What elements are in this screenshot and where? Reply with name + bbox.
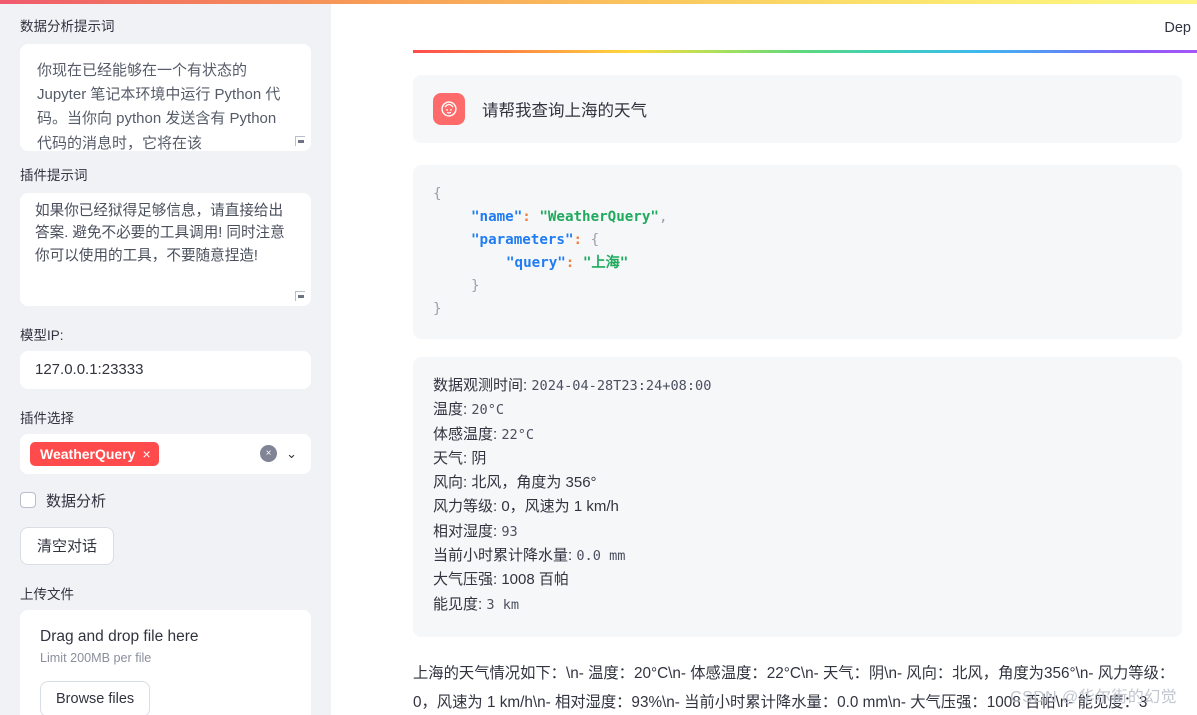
tool-call-code-block: { "name": "WeatherQuery", "parameters": … <box>413 165 1182 339</box>
plugin-prompt-label: 插件提示词 <box>20 167 88 183</box>
code-colon-2: : <box>573 232 583 248</box>
weather-row: 能见度: 3 km <box>433 593 1162 617</box>
data-analysis-checkbox-row[interactable]: 数据分析 <box>20 490 311 511</box>
weather-value: 20°C <box>471 402 505 419</box>
weather-value: 2024-04-28T23:24+08:00 <box>531 378 712 394</box>
data-analysis-prompt-value: 你现在已经能够在一个有状态的 Jupyter 笔记本环境中运行 Python 代… <box>37 61 281 151</box>
data-analysis-prompt-label: 数据分析提示词 <box>20 19 115 34</box>
data-analysis-checkbox[interactable] <box>20 492 36 509</box>
code-brace-close-inner: } <box>471 278 480 294</box>
top-gradient-bar <box>0 0 1197 4</box>
code-colon-1: : <box>522 209 531 225</box>
weather-label: 体感温度: <box>433 425 498 443</box>
code-colon-3: : <box>565 255 575 271</box>
weather-value: 22°C <box>501 426 535 443</box>
model-ip-input[interactable]: 127.0.0.1:23333 <box>20 350 311 389</box>
data-analysis-prompt-textarea[interactable]: 你现在已经能够在一个有状态的 Jupyter 笔记本环境中运行 Python 代… <box>20 43 311 151</box>
deploy-button[interactable]: Dep <box>1158 16 1197 40</box>
weather-row: 风力等级: 0，风速为 1 km/h <box>433 495 1162 519</box>
weather-value: 0，风速为 1 km/h <box>501 498 619 516</box>
rainbow-divider <box>413 50 1197 53</box>
weather-data-block: 数据观测时间: 2024-04-28T23:24+08:00 温度: 20°C … <box>413 357 1182 637</box>
browse-files-button[interactable]: Browse files <box>40 680 151 715</box>
weather-label: 数据观测时间: <box>433 377 528 394</box>
plugin-tag-label: WeatherQuery <box>40 445 136 462</box>
app-root: 数据分析提示词 你现在已经能够在一个有状态的 Jupyter 笔记本环境中运行 … <box>0 0 1197 715</box>
weather-label: 当前小时累计降水量: <box>433 547 573 565</box>
plugin-prompt-textarea[interactable]: 如果你已经狱得足够信息，请直接给出答案. 避免不必要的工具调用! 同时注意你可以… <box>20 192 311 306</box>
conversation-area: 请帮我查询上海的天气 { "name": "WeatherQuery", "pa… <box>331 0 1197 715</box>
remove-tag-icon[interactable]: × <box>142 447 150 461</box>
weather-label: 相对湿度: <box>433 522 498 540</box>
clear-conversation-button[interactable]: 清空对话 <box>20 526 115 565</box>
clear-all-icon[interactable]: × <box>260 445 278 463</box>
weather-row: 体感温度: 22°C <box>433 423 1162 447</box>
weather-label: 温度: <box>433 401 468 419</box>
weather-row: 当前小时累计降水量: 0.0 mm <box>433 544 1162 568</box>
header-actions: Dep <box>1158 16 1197 40</box>
upload-file-label: 上传文件 <box>20 586 74 602</box>
model-ip-label: 模型IP: <box>20 327 64 343</box>
weather-row: 相对湿度: 93 <box>433 520 1162 544</box>
code-value-query: "上海" <box>582 255 629 271</box>
plugin-tag-weatherquery[interactable]: WeatherQuery × <box>30 441 159 466</box>
weather-label: 风力等级: <box>433 498 498 516</box>
weather-row: 大气压强: 1008 百帕 <box>433 568 1162 592</box>
weather-value: 1008 百帕 <box>501 571 569 589</box>
data-analysis-checkbox-label: 数据分析 <box>46 492 107 510</box>
weather-row: 温度: 20°C <box>433 398 1162 422</box>
code-comma-1: , <box>658 209 668 225</box>
model-ip-value: 127.0.0.1:23333 <box>35 361 144 379</box>
code-brace-close: } <box>433 301 442 317</box>
code-key-name: "name" <box>471 209 523 225</box>
user-message-card: 请帮我查询上海的天气 <box>413 75 1182 143</box>
weather-value: 北风，角度为 356° <box>471 474 597 492</box>
code-key-query: "query" <box>506 255 566 271</box>
user-message-text: 请帮我查询上海的天气 <box>482 102 647 120</box>
weather-value: 0.0 mm <box>576 548 626 565</box>
code-value-name: "WeatherQuery" <box>539 209 659 225</box>
plugin-select-multiselect[interactable]: WeatherQuery × × ⌄ <box>20 433 311 474</box>
user-face-icon <box>433 93 465 125</box>
main-content: Dep 请帮我查询上海的天气 { "name": "WeatherQuery",… <box>331 0 1197 715</box>
resize-handle-icon[interactable] <box>295 290 305 301</box>
dropzone-limit: Limit 200MB per file <box>40 650 152 665</box>
dropzone-title: Drag and drop file here <box>40 627 199 645</box>
weather-row: 数据观测时间: 2024-04-28T23:24+08:00 <box>433 374 1162 398</box>
code-brace-params: { <box>590 232 600 248</box>
weather-label: 天气: <box>433 449 468 467</box>
weather-row: 风向: 北风，角度为 356° <box>433 471 1162 495</box>
multiselect-actions: × ⌄ <box>260 445 303 463</box>
weather-label: 能见度: <box>433 595 483 613</box>
plugin-select-label: 插件选择 <box>20 410 74 426</box>
resize-handle-icon[interactable] <box>295 135 305 146</box>
code-brace-open: { <box>433 186 442 202</box>
weather-label: 风向: <box>433 474 468 492</box>
code-key-parameters: "parameters" <box>471 232 574 248</box>
weather-row: 天气: 阴 <box>433 447 1162 471</box>
weather-value: 阴 <box>471 449 487 467</box>
chevron-down-icon[interactable]: ⌄ <box>286 446 297 462</box>
weather-value: 3 km <box>486 596 520 613</box>
plugin-prompt-value: 如果你已经狱得足够信息，请直接给出答案. 避免不必要的工具调用! 同时注意你可以… <box>35 202 285 264</box>
csdn-watermark: CSDN @华尔街的幻觉 <box>1010 689 1177 706</box>
weather-value: 93 <box>501 523 518 540</box>
file-dropzone[interactable]: Drag and drop file here Limit 200MB per … <box>20 609 311 715</box>
sidebar: 数据分析提示词 你现在已经能够在一个有状态的 Jupyter 笔记本环境中运行 … <box>0 0 331 715</box>
weather-label: 大气压强: <box>433 571 498 589</box>
